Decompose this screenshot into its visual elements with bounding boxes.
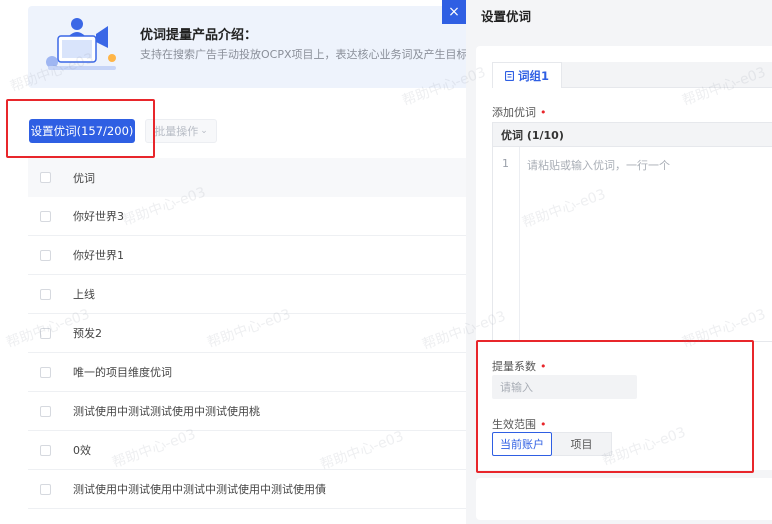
add-words-label: 添加优词 • — [492, 104, 547, 120]
table-header-row: 优词 — [28, 158, 470, 197]
row-checkbox[interactable] — [40, 210, 51, 222]
table-row: 上线 — [28, 275, 470, 314]
table-cell-word: 测试使用中测试使用中测试中测试使用中测试使用債 — [73, 483, 326, 496]
highlight-box-coefficient-scope — [476, 340, 754, 473]
editor-header: 优词 (1/10) — [493, 123, 772, 147]
table-row: 0效 — [28, 431, 470, 470]
tab-word-group-1[interactable]: 词组1 — [492, 62, 562, 88]
editor-gutter — [519, 147, 520, 341]
row-checkbox[interactable] — [40, 366, 51, 378]
priority-words-table: 优词 你好世界3 你好世界1 上线 预发2 唯一的项目维度优词 测试使用中测试测… — [28, 158, 470, 509]
tab-bar: 词组1 — [492, 62, 772, 88]
table-row: 唯一的项目维度优词 — [28, 353, 470, 392]
row-checkbox[interactable] — [40, 444, 51, 456]
document-icon — [504, 70, 514, 81]
drawer-title: 设置优词 — [481, 9, 532, 24]
table-cell-word: 你好世界1 — [73, 249, 124, 262]
table-cell-word: 测试使用中测试测试使用中测试使用桃 — [73, 405, 260, 418]
editor-placeholder: 请粘贴或输入优词，一行一个 — [527, 159, 670, 172]
row-checkbox[interactable] — [40, 405, 51, 417]
table-row: 测试使用中测试测试使用中测试使用桃 — [28, 392, 470, 431]
priority-words-editor[interactable]: 优词 (1/10) 1 请粘贴或输入优词，一行一个 — [492, 122, 772, 342]
required-mark: • — [540, 106, 547, 119]
main-page: 优词提量产品介绍： 支持在搜索广告手动投放OCPX项目上，表达核心业务词及产生目… — [0, 0, 470, 524]
intro-title: 优词提量产品介绍： — [140, 28, 258, 43]
row-checkbox[interactable] — [40, 483, 51, 495]
row-checkbox[interactable] — [40, 249, 51, 261]
row-checkbox[interactable] — [40, 288, 51, 300]
intro-description: 支持在搜索广告手动投放OCPX项目上，表达核心业务词及产生目标转化之后... — [140, 48, 470, 61]
chevron-down-icon: ⌄ — [200, 126, 208, 136]
table-cell-word: 0效 — [73, 444, 91, 457]
close-icon: × — [448, 4, 460, 20]
highlight-box-set-button — [6, 99, 155, 158]
drawer-footer — [476, 478, 772, 520]
intro-illustration-icon — [46, 18, 116, 70]
table-row: 预发2 — [28, 314, 470, 353]
tab-label: 词组1 — [517, 68, 549, 83]
select-all-checkbox[interactable] — [40, 172, 51, 183]
table-row: 你好世界3 — [28, 197, 470, 236]
table-row: 你好世界1 — [28, 236, 470, 275]
intro-banner: 优词提量产品介绍： 支持在搜索广告手动投放OCPX项目上，表达核心业务词及产生目… — [28, 6, 470, 88]
add-words-label-text: 添加优词 — [492, 106, 536, 119]
table-cell-word: 预发2 — [73, 327, 102, 340]
table-cell-word: 你好世界3 — [73, 210, 124, 223]
batch-operation-label: 批量操作 — [154, 125, 199, 138]
editor-line-number: 1 — [502, 157, 509, 170]
batch-operation-button[interactable]: 批量操作 ⌄ — [145, 119, 217, 143]
table-cell-word: 唯一的项目维度优词 — [73, 366, 172, 379]
column-header-word: 优词 — [73, 171, 95, 185]
editor-body[interactable]: 1 请粘贴或输入优词，一行一个 — [493, 147, 772, 341]
table-cell-word: 上线 — [73, 288, 95, 301]
table-row: 测试使用中测试使用中测试中测试使用中测试使用債 — [28, 470, 470, 509]
close-drawer-button[interactable]: × — [442, 0, 466, 24]
row-checkbox[interactable] — [40, 327, 51, 339]
